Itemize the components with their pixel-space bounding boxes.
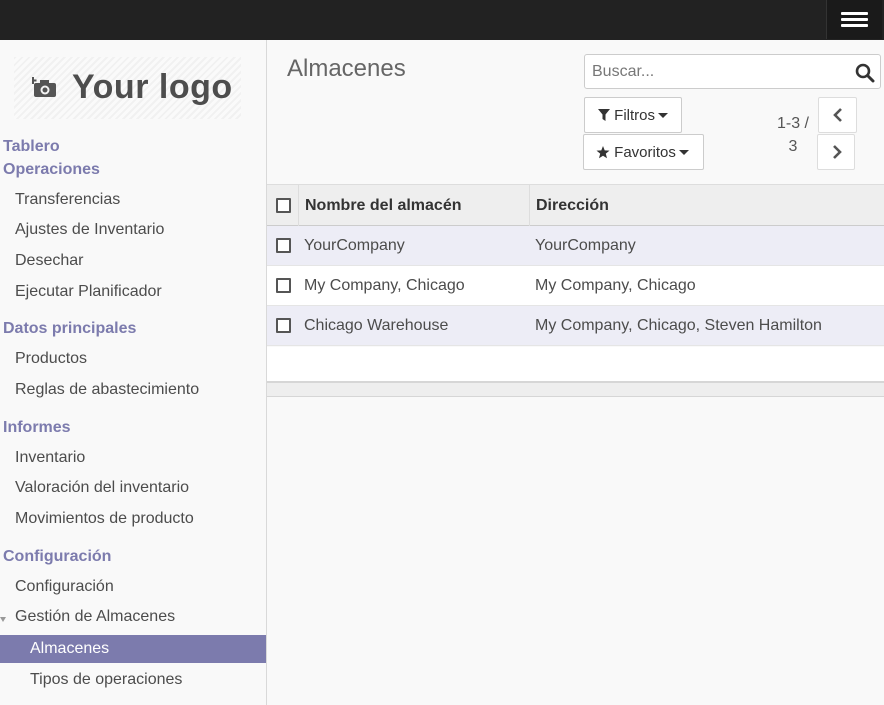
favorites-button[interactable]: Favoritos	[583, 134, 704, 170]
pager-total: 3	[788, 138, 798, 155]
cell-name: YourCompany	[304, 237, 405, 254]
filters-button[interactable]: Filtros	[584, 97, 682, 133]
nav-section-datos-principales: Datos principales	[3, 320, 137, 337]
nav-item-ejecutar-planificador[interactable]: Ejecutar Planificador	[15, 283, 162, 301]
row-checkbox[interactable]	[276, 318, 291, 333]
company-logo: Your logo	[14, 57, 241, 119]
caret-down-icon	[678, 150, 689, 155]
star-icon	[596, 146, 610, 159]
chevron-right-icon	[833, 145, 842, 159]
cell-address: My Company, Chicago, Steven Hamilton	[535, 317, 822, 334]
nav-item-valoracion-inventario[interactable]: Valoración del inventario	[15, 479, 189, 497]
nav-item-configuracion[interactable]: Configuración	[15, 578, 114, 596]
nav-item-gestion-almacenes[interactable]: Gestión de Almacenes	[15, 608, 175, 626]
column-divider	[529, 185, 530, 226]
nav-item-inventario[interactable]: Inventario	[15, 449, 85, 467]
table-row[interactable]: YourCompany YourCompany	[267, 226, 884, 266]
column-header-address[interactable]: Dirección	[536, 197, 609, 215]
cell-address: My Company, Chicago	[535, 277, 696, 294]
chevron-left-icon	[833, 108, 842, 122]
column-divider	[298, 185, 299, 226]
nav-item-reglas-abastecimiento[interactable]: Reglas de abastecimiento	[15, 381, 199, 399]
expanded-caret-icon	[0, 617, 6, 622]
nav-section-operaciones: Operaciones	[3, 161, 100, 178]
search-input[interactable]	[592, 62, 842, 82]
caret-down-icon	[658, 113, 669, 118]
cell-name: My Company, Chicago	[304, 277, 465, 294]
column-header-name[interactable]: Nombre del almacén	[305, 197, 462, 215]
filter-icon	[598, 109, 610, 121]
nav-section-tablero[interactable]: Tablero	[3, 138, 60, 156]
pager-previous-button[interactable]	[818, 97, 857, 133]
nav-item-desechar[interactable]: Desechar	[15, 252, 83, 270]
logo-text: Your logo	[72, 68, 233, 106]
table-row[interactable]: My Company, Chicago My Company, Chicago	[267, 266, 884, 306]
row-checkbox[interactable]	[276, 238, 291, 253]
cell-address: YourCompany	[535, 237, 636, 254]
nav-section-informes: Informes	[3, 419, 71, 436]
page-title: Almacenes	[287, 55, 406, 82]
search-icon[interactable]	[855, 63, 875, 83]
main-content: Almacenes Filtros Favoritos 1-3 / 3 Nomb…	[267, 40, 884, 705]
favorites-label: Favoritos	[614, 144, 676, 161]
pager-value[interactable]: 1-3 / 3	[775, 112, 811, 158]
pager-range: 1-3 /	[776, 115, 809, 132]
nav-item-tipos-operaciones[interactable]: Tipos de operaciones	[30, 671, 182, 689]
filters-label: Filtros	[614, 107, 656, 124]
sidebar: Your logo Tablero Operaciones Transferen…	[0, 40, 267, 705]
table-footer	[267, 383, 884, 397]
nav-item-ajustes-inventario[interactable]: Ajustes de Inventario	[15, 221, 164, 239]
table-empty-area	[267, 347, 884, 383]
table-header: Nombre del almacén Dirección	[267, 184, 884, 226]
nav-item-productos[interactable]: Productos	[15, 350, 87, 368]
nav-item-movimientos-producto[interactable]: Movimientos de producto	[15, 510, 194, 528]
row-checkbox[interactable]	[276, 278, 291, 293]
nav-section-configuracion: Configuración	[3, 548, 112, 565]
camera-icon	[32, 77, 56, 97]
top-navbar	[0, 0, 884, 40]
select-all-checkbox[interactable]	[276, 198, 291, 213]
nav-item-almacenes[interactable]: Almacenes	[0, 635, 266, 663]
hamburger-menu-icon[interactable]	[826, 0, 882, 39]
pager-next-button[interactable]	[817, 134, 855, 170]
nav-item-transferencias[interactable]: Transferencias	[15, 191, 120, 209]
search-box	[584, 54, 881, 89]
cell-name: Chicago Warehouse	[304, 317, 449, 334]
table-row[interactable]: Chicago Warehouse My Company, Chicago, S…	[267, 306, 884, 346]
